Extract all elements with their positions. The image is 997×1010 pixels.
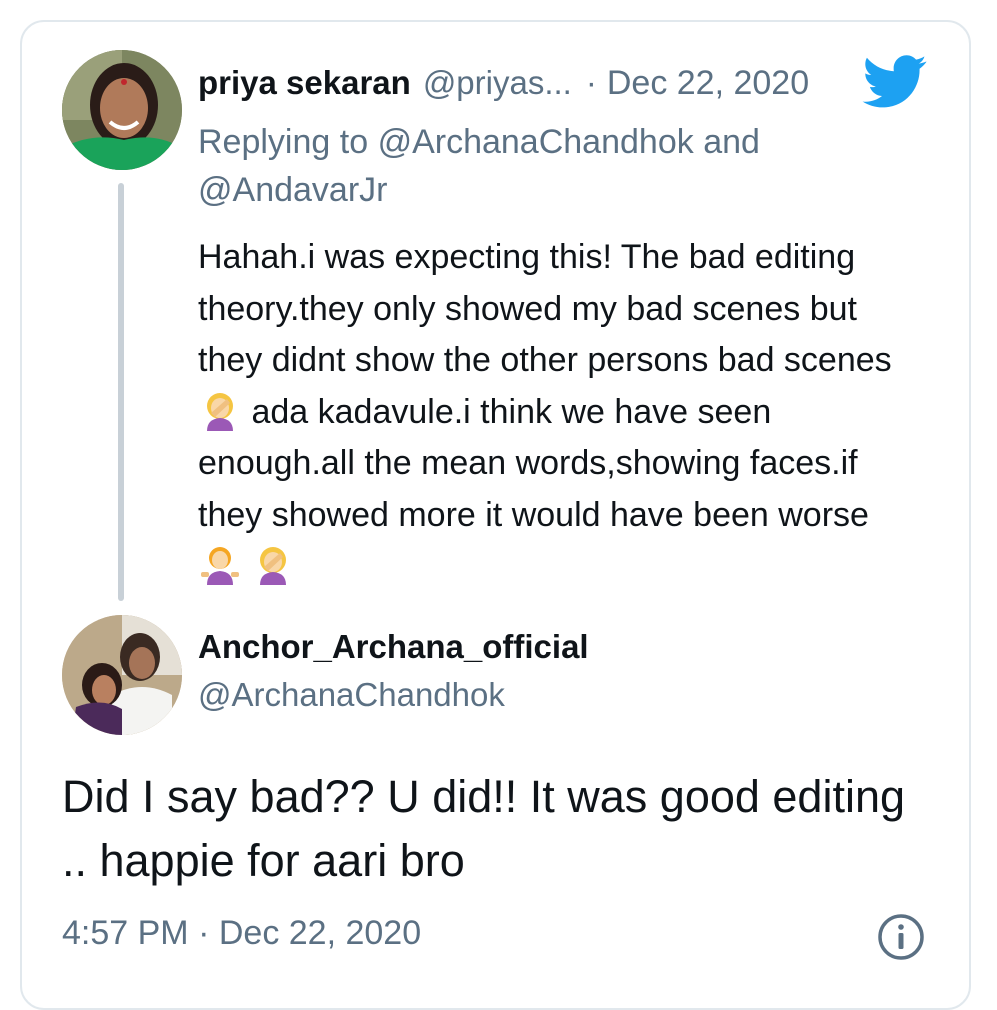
mention-link-archana[interactable]: @ArchanaChandhok xyxy=(378,123,694,161)
replying-and: and xyxy=(703,123,760,161)
avatar-priya-sekaran[interactable] xyxy=(62,50,182,170)
avatar-anchor-archana[interactable] xyxy=(62,615,182,735)
reply-text-part2: ada kadavule.i think we have seen enough… xyxy=(198,392,869,534)
replying-prefix: Replying to xyxy=(198,123,369,161)
facepalm-woman-icon xyxy=(260,547,287,585)
main-tweet-text: Did I say bad?? U did!! It was good edit… xyxy=(62,771,906,886)
main-author-handle[interactable]: @ArchanaChandhok xyxy=(198,676,505,714)
replying-to-line: Replying to @ArchanaChandhok and @Andava… xyxy=(198,118,898,214)
reply-header: priya sekaran @priyas... · Dec 22, 2020 xyxy=(198,58,809,108)
facepalm-woman-icon xyxy=(207,392,233,431)
mention-link-andavarjr[interactable]: @AndavarJr xyxy=(198,171,387,209)
tweet-time: 4:57 PM xyxy=(62,914,189,952)
shrug-woman-icon xyxy=(201,547,239,585)
reply-date[interactable]: Dec 22, 2020 xyxy=(607,64,809,103)
thread-connector-line xyxy=(118,183,124,601)
reply-text-part1: Hahah.i was expecting this! The bad edit… xyxy=(198,238,892,379)
separator-dot: · xyxy=(198,914,210,952)
reply-tweet-text: Hahah.i was expecting this! The bad edit… xyxy=(198,232,918,593)
separator-dot: · xyxy=(585,64,597,101)
reply-author-name[interactable]: priya sekaran xyxy=(198,64,411,102)
twitter-bird-icon xyxy=(862,55,927,108)
main-author-name[interactable]: Anchor_Archana_official xyxy=(198,628,589,666)
tweet-date: Dec 22, 2020 xyxy=(218,914,422,952)
reply-author-handle[interactable]: @priyas... xyxy=(423,64,572,102)
tweet-timestamp[interactable]: 4:57 PM · Dec 22, 2020 xyxy=(62,914,421,953)
info-icon[interactable] xyxy=(876,912,926,962)
